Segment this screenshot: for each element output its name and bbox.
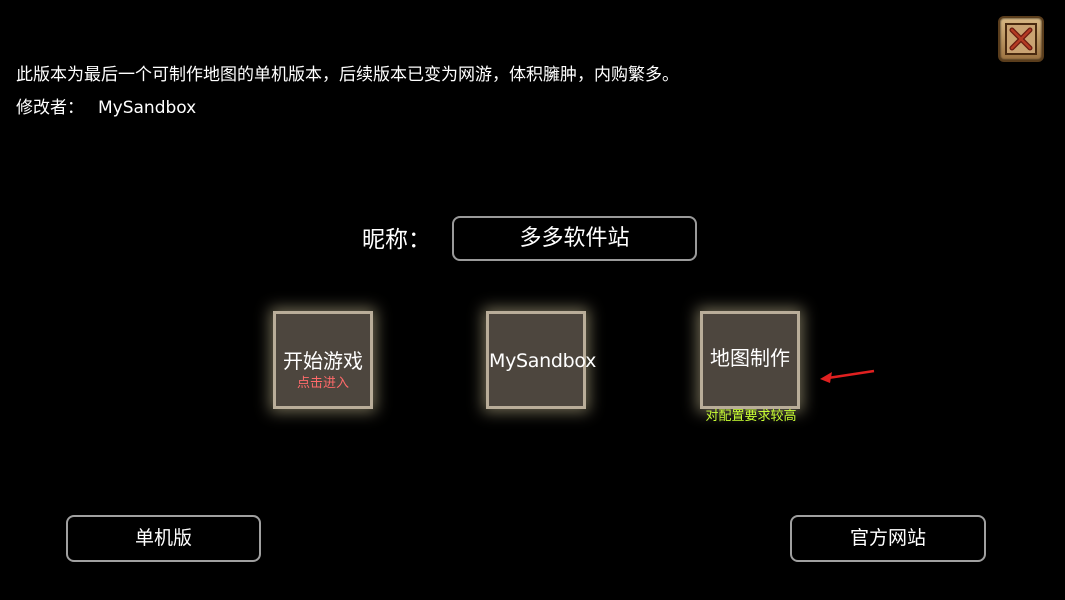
author-line: 修改者： MySandbox — [16, 97, 196, 119]
arrow-icon — [820, 369, 875, 383]
nickname-input[interactable]: 多多软件站 — [452, 216, 697, 261]
start-game-tile[interactable]: 开始游戏 点击进入 — [273, 311, 373, 409]
standalone-button[interactable]: 单机版 — [66, 515, 261, 562]
author-label: 修改者： — [16, 98, 84, 118]
author-value: MySandbox — [98, 98, 197, 118]
map-editor-label: 地图制作 — [710, 346, 790, 370]
close-button[interactable] — [998, 16, 1044, 62]
notice-text: 此版本为最后一个可制作地图的单机版本，后续版本已变为网游，体积臃肿，内购繁多。 — [16, 65, 679, 85]
nickname-label: 昵称： — [362, 227, 431, 253]
map-editor-tile[interactable]: 地图制作 — [700, 311, 800, 409]
mysandbox-label: MySandbox — [489, 350, 597, 372]
mysandbox-tile[interactable]: MySandbox — [486, 311, 597, 409]
start-game-sub-label: 点击进入 — [296, 376, 349, 391]
official-site-button[interactable]: 官方网站 — [790, 515, 986, 562]
map-editor-requirement-note: 对配置要求较高 — [705, 409, 797, 424]
start-game-label: 开始游戏 — [283, 349, 363, 373]
close-icon — [1005, 23, 1037, 55]
